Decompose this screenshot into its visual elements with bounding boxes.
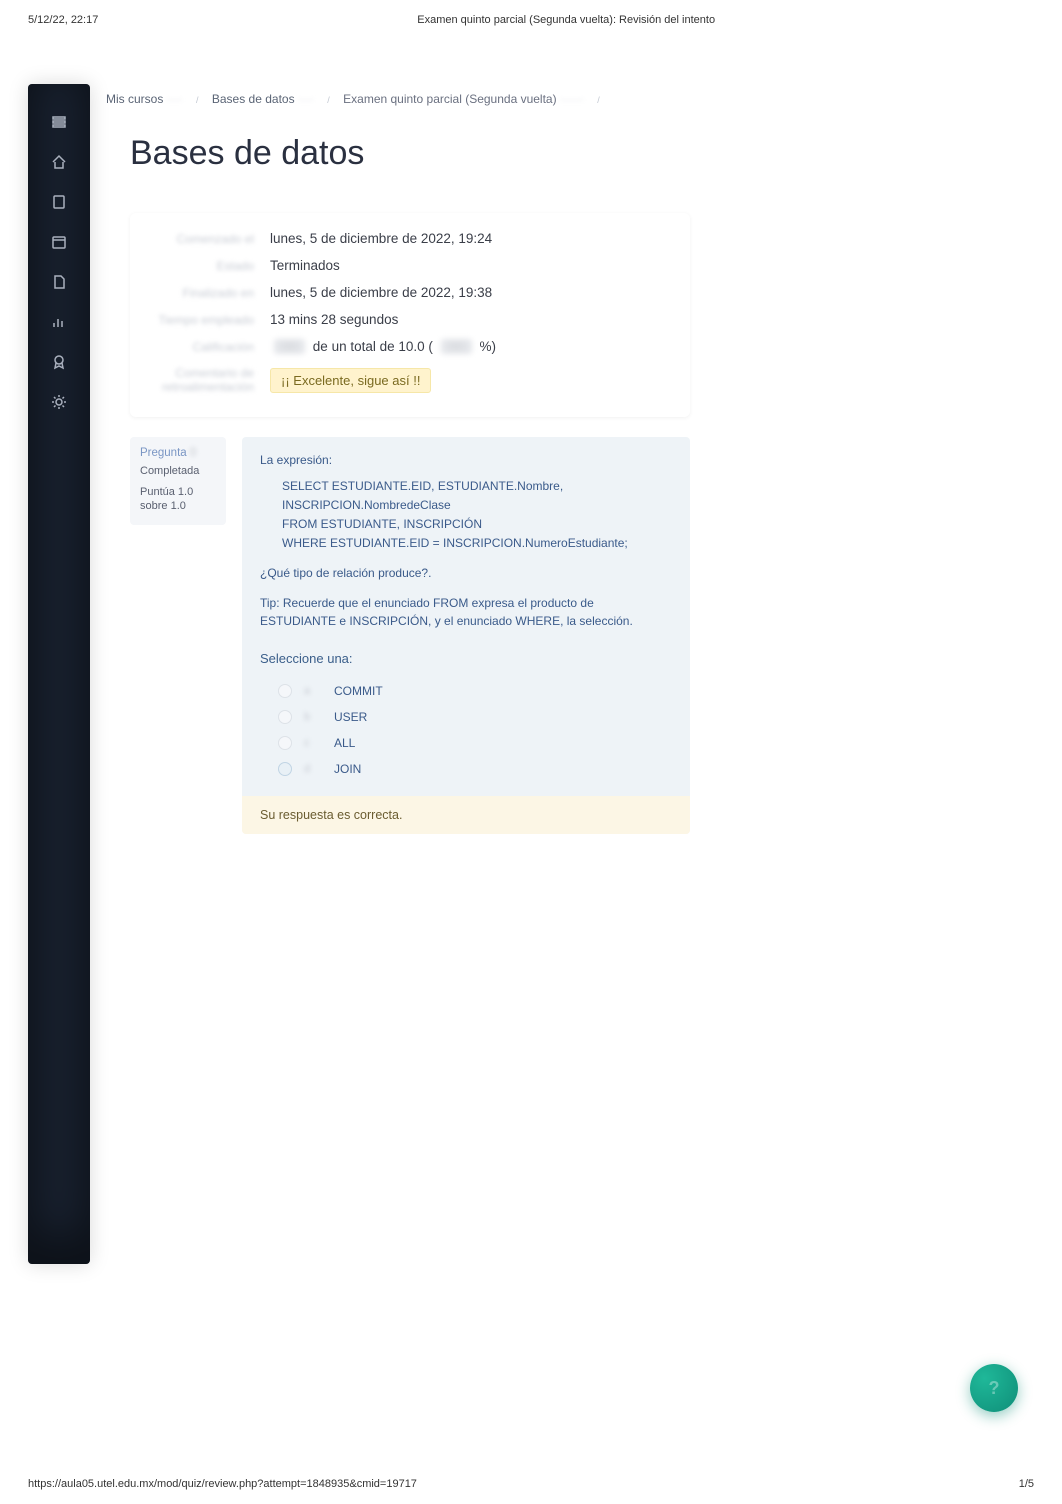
chat-fab[interactable]: ? bbox=[970, 1364, 1018, 1412]
sidebar-item-5[interactable] bbox=[28, 262, 90, 302]
sidebar-item-3[interactable] bbox=[28, 182, 90, 222]
summary-row-started: Comenzado el lunes, 5 de diciembre de 20… bbox=[150, 225, 670, 252]
feedback-pill: ¡¡ Excelente, sigue así !! bbox=[270, 368, 431, 393]
sidebar-item-7[interactable] bbox=[28, 342, 90, 382]
option-letter-hidden: b bbox=[304, 711, 322, 723]
summary-label: Comenzado el bbox=[150, 232, 270, 246]
summary-label: Estado bbox=[150, 259, 270, 273]
sidebar-nav bbox=[28, 84, 90, 1264]
chat-icon: ? bbox=[989, 1378, 1000, 1399]
grade-mid: de un total de 10.0 ( bbox=[313, 339, 433, 354]
option-commit[interactable]: a COMMIT bbox=[278, 678, 672, 704]
book-icon bbox=[51, 194, 67, 210]
question-content: La expresión: SELECT ESTUDIANTE.EID, EST… bbox=[242, 437, 690, 834]
print-url: https://aula05.utel.edu.mx/mod/quiz/revi… bbox=[28, 1478, 417, 1490]
badge-icon bbox=[51, 354, 67, 370]
option-letter-hidden: a bbox=[304, 685, 322, 697]
radio-icon bbox=[278, 736, 292, 750]
menu-icon bbox=[51, 114, 67, 130]
question-label: Pregunta 0 bbox=[140, 447, 216, 459]
question-number-hidden: 0 bbox=[190, 447, 196, 459]
grades-icon bbox=[51, 314, 67, 330]
option-user[interactable]: b USER bbox=[278, 704, 672, 730]
sidebar-item-1[interactable] bbox=[28, 102, 90, 142]
breadcrumb-hidden: ······ bbox=[560, 92, 584, 106]
print-header: 5/12/22, 22:17 Examen quinto parcial (Se… bbox=[28, 14, 1034, 26]
question-text: ¿Qué tipo de relación produce?. bbox=[260, 566, 672, 580]
sidebar-item-2[interactable] bbox=[28, 142, 90, 182]
select-one-label: Seleccione una: bbox=[260, 651, 672, 666]
breadcrumb-my-courses[interactable]: Mis cursos bbox=[106, 92, 163, 106]
radio-icon bbox=[278, 710, 292, 724]
main-content: Mis cursos ···· / Bases de datos ···· / … bbox=[90, 84, 1034, 1444]
option-label: JOIN bbox=[334, 762, 361, 776]
file-icon bbox=[51, 274, 67, 290]
breadcrumb-hidden: ···· bbox=[298, 92, 314, 106]
question-block: Pregunta 0 Completada Puntúa 1.0 sobre 1… bbox=[130, 437, 690, 834]
question-intro: La expresión: bbox=[260, 453, 672, 467]
question-info: Pregunta 0 Completada Puntúa 1.0 sobre 1… bbox=[130, 437, 226, 526]
summary-row-grade: Calificación 00 de un total de 10.0 ( 00… bbox=[150, 333, 670, 360]
question-tip: Tip: Recuerde que el enunciado FROM expr… bbox=[260, 594, 672, 631]
breadcrumb-hidden: ···· bbox=[167, 92, 183, 106]
print-datetime: 5/12/22, 22:17 bbox=[28, 14, 98, 26]
sidebar-item-4[interactable] bbox=[28, 222, 90, 262]
code-line: WHERE ESTUDIANTE.EID = INSCRIPCION.Numer… bbox=[282, 534, 672, 553]
sidebar-item-6[interactable] bbox=[28, 302, 90, 342]
print-footer: https://aula05.utel.edu.mx/mod/quiz/revi… bbox=[28, 1478, 1034, 1490]
option-label: USER bbox=[334, 710, 367, 724]
code-line: SELECT ESTUDIANTE.EID, ESTUDIANTE.Nombre… bbox=[282, 477, 672, 496]
summary-label: Calificación bbox=[150, 340, 270, 354]
breadcrumb-sep: / bbox=[597, 95, 600, 105]
option-label: COMMIT bbox=[334, 684, 383, 698]
summary-value: lunes, 5 de diciembre de 2022, 19:38 bbox=[270, 285, 670, 300]
page-title: Bases de datos bbox=[90, 130, 1034, 213]
option-all[interactable]: c ALL bbox=[278, 730, 672, 756]
breadcrumb-course[interactable]: Bases de datos bbox=[212, 92, 295, 106]
breadcrumb-current: Examen quinto parcial (Segunda vuelta) bbox=[343, 92, 556, 106]
attempt-summary: Comenzado el lunes, 5 de diciembre de 20… bbox=[130, 213, 690, 417]
option-join[interactable]: d JOIN bbox=[278, 756, 672, 782]
code-line: INSCRIPCION.NombredeClase bbox=[282, 496, 672, 515]
breadcrumb-sep: / bbox=[196, 95, 199, 105]
calendar-icon bbox=[51, 234, 67, 250]
grade-score-hidden: 00 bbox=[274, 339, 305, 354]
sidebar-item-8[interactable] bbox=[28, 382, 90, 422]
home-icon bbox=[51, 154, 67, 170]
question-mark: Puntúa 1.0 sobre 1.0 bbox=[140, 485, 216, 514]
grade-percent-hidden: 00 bbox=[441, 339, 472, 354]
radio-icon bbox=[278, 762, 292, 776]
answer-feedback: Su respuesta es correcta. bbox=[242, 796, 690, 834]
summary-value: lunes, 5 de diciembre de 2022, 19:24 bbox=[270, 231, 670, 246]
summary-value: ¡¡ Excelente, sigue así !! bbox=[270, 368, 670, 393]
breadcrumb-sep: / bbox=[327, 95, 330, 105]
summary-label: Tiempo empleado bbox=[150, 313, 270, 327]
summary-row-feedback: Comentario de retroalimentación ¡¡ Excel… bbox=[150, 360, 670, 401]
option-letter-hidden: c bbox=[304, 737, 322, 749]
summary-label: Comentario de retroalimentación bbox=[150, 366, 270, 395]
summary-value: 13 mins 28 segundos bbox=[270, 312, 670, 327]
breadcrumb: Mis cursos ···· / Bases de datos ···· / … bbox=[90, 84, 1034, 130]
summary-row-completed: Finalizado en lunes, 5 de diciembre de 2… bbox=[150, 279, 670, 306]
print-title: Examen quinto parcial (Segunda vuelta): … bbox=[28, 14, 1034, 26]
summary-row-time: Tiempo empleado 13 mins 28 segundos bbox=[150, 306, 670, 333]
radio-icon bbox=[278, 684, 292, 698]
code-line: FROM ESTUDIANTE, INSCRIPCIÓN bbox=[282, 515, 672, 534]
summary-value: 00 de un total de 10.0 ( 00 %) bbox=[270, 339, 670, 354]
question-options: a COMMIT b USER c ALL d JOIN bbox=[260, 678, 672, 796]
summary-row-state: Estado Terminados bbox=[150, 252, 670, 279]
print-page: 1/5 bbox=[1019, 1478, 1034, 1490]
summary-label: Finalizado en bbox=[150, 286, 270, 300]
gear-icon bbox=[51, 394, 67, 410]
question-code: SELECT ESTUDIANTE.EID, ESTUDIANTE.Nombre… bbox=[260, 477, 672, 554]
option-letter-hidden: d bbox=[304, 763, 322, 775]
grade-suffix: %) bbox=[479, 339, 496, 354]
summary-value: Terminados bbox=[270, 258, 670, 273]
question-state: Completada bbox=[140, 465, 216, 477]
option-label: ALL bbox=[334, 736, 355, 750]
